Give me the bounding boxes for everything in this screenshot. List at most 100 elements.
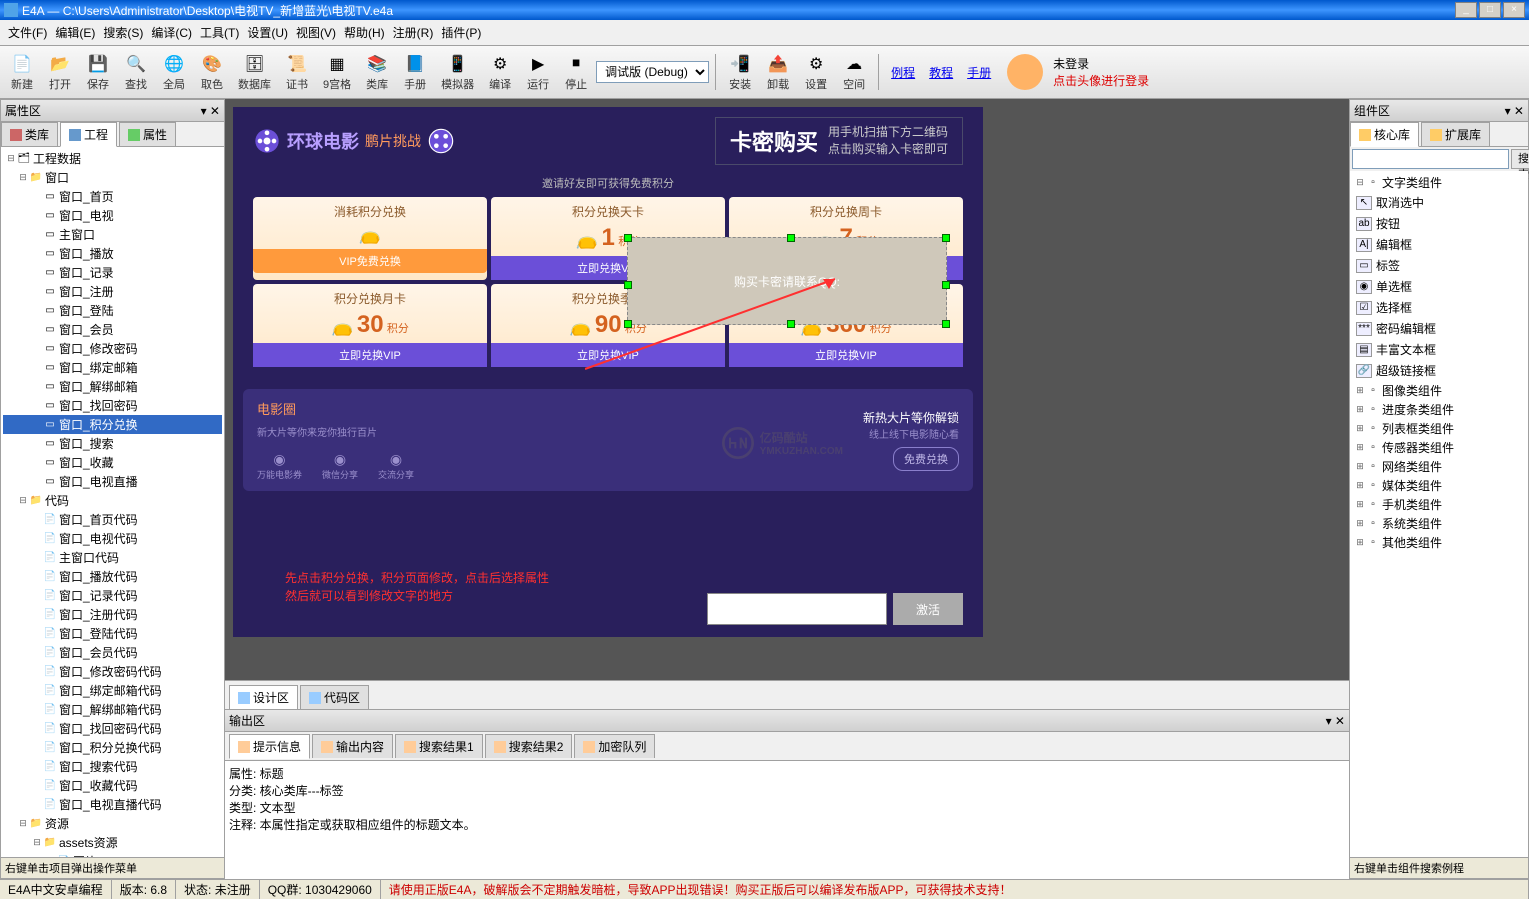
tree-node[interactable]: ▭窗口_记录	[3, 263, 222, 282]
tree-node[interactable]: ⊟📁窗口	[3, 168, 222, 187]
link-例程[interactable]: 例程	[885, 64, 921, 81]
component-item[interactable]: A|编辑框	[1352, 234, 1526, 255]
comp-close-icon[interactable]: ▾ ✕	[1505, 104, 1524, 118]
tool-查找[interactable]: 🔍查找	[118, 50, 154, 94]
component-item[interactable]: ☑选择框	[1352, 297, 1526, 318]
tool-停止[interactable]: ⏹停止	[558, 50, 594, 94]
tree-node[interactable]: ⊞▫图像类组件	[1352, 381, 1526, 400]
tree-node[interactable]: ▭窗口_电视	[3, 206, 222, 225]
link-手册[interactable]: 手册	[961, 64, 997, 81]
activate-input[interactable]	[707, 593, 887, 625]
tree-node[interactable]: ▭窗口_积分兑换	[3, 415, 222, 434]
tool-取色[interactable]: 🎨取色	[194, 50, 230, 94]
tree-node[interactable]: ▭窗口_首页	[3, 187, 222, 206]
search-button[interactable]: 搜索	[1511, 149, 1529, 169]
tree-node[interactable]: ▭主窗口	[3, 225, 222, 244]
tree-node[interactable]: ⊞▫列表框类组件	[1352, 419, 1526, 438]
tree-node[interactable]: ⊟▫文字类组件	[1352, 173, 1526, 192]
tree-node[interactable]: ▭窗口_收藏	[3, 453, 222, 472]
tree-node[interactable]: ⊞▫进度条类组件	[1352, 400, 1526, 419]
tree-node[interactable]: 📄窗口_注册代码	[3, 605, 222, 624]
tree-node[interactable]: ⊞▫其他类组件	[1352, 533, 1526, 552]
tab-属性[interactable]: 属性	[119, 122, 176, 146]
tree-node[interactable]: ▭窗口_绑定邮箱	[3, 358, 222, 377]
menu-item[interactable]: 编译(C)	[147, 22, 196, 43]
tool-数据库[interactable]: 🗄数据库	[232, 50, 277, 94]
tool-保存[interactable]: 💾保存	[80, 50, 116, 94]
link-教程[interactable]: 教程	[923, 64, 959, 81]
component-search-input[interactable]	[1352, 149, 1509, 169]
menu-item[interactable]: 工具(T)	[196, 22, 243, 43]
output-tab[interactable]: 搜索结果1	[395, 734, 483, 758]
tool-卸载[interactable]: 📤卸载	[760, 50, 796, 94]
tree-node[interactable]: 📄窗口_播放代码	[3, 567, 222, 586]
tool-编译[interactable]: ⚙编译	[482, 50, 518, 94]
tree-node[interactable]: 📄窗口_解绑邮箱代码	[3, 700, 222, 719]
tab-工程[interactable]: 工程	[60, 122, 117, 147]
project-tree[interactable]: ⊟🗂工程数据⊟📁窗口▭窗口_首页▭窗口_电视▭主窗口▭窗口_播放▭窗口_记录▭窗…	[1, 147, 224, 857]
tool-新建[interactable]: 📄新建	[4, 50, 40, 94]
tree-node[interactable]: ▭窗口_注册	[3, 282, 222, 301]
tree-node[interactable]: ▭窗口_搜索	[3, 434, 222, 453]
tool-安装[interactable]: 📲安装	[722, 50, 758, 94]
menu-item[interactable]: 插件(P)	[437, 22, 485, 43]
tab-设计区[interactable]: 设计区	[229, 685, 298, 710]
component-tree[interactable]: ⊟▫文字类组件↖取消选中ab按钮A|编辑框▭标签◉单选框☑选择框***密码编辑框…	[1350, 171, 1528, 857]
output-tab[interactable]: 加密队列	[574, 734, 655, 758]
promo-redeem-button[interactable]: 免费兑换	[893, 447, 959, 471]
output-tab[interactable]: 输出内容	[312, 734, 393, 758]
avatar[interactable]	[1007, 54, 1043, 90]
tool-打开[interactable]: 📂打开	[42, 50, 78, 94]
tree-node[interactable]: 📄窗口_会员代码	[3, 643, 222, 662]
tree-node[interactable]: ⊟🗂工程数据	[3, 149, 222, 168]
tree-node[interactable]: 📄窗口_电视代码	[3, 529, 222, 548]
tree-node[interactable]: ⊟📁assets资源	[3, 833, 222, 852]
component-item[interactable]: ▤丰富文本框	[1352, 339, 1526, 360]
tool-模拟器[interactable]: 📱模拟器	[435, 50, 480, 94]
component-item[interactable]: ▭标签	[1352, 255, 1526, 276]
tree-node[interactable]: 📄主窗口代码	[3, 548, 222, 567]
tool-设置[interactable]: ⚙设置	[798, 50, 834, 94]
tool-运行[interactable]: ▶运行	[520, 50, 556, 94]
tree-node[interactable]: ▭窗口_登陆	[3, 301, 222, 320]
component-item[interactable]: ↖取消选中	[1352, 192, 1526, 213]
component-item[interactable]: ab按钮	[1352, 213, 1526, 234]
close-button[interactable]: ×	[1503, 2, 1525, 18]
tree-node[interactable]: ⊞▫传感器类组件	[1352, 438, 1526, 457]
component-item[interactable]: ◉单选框	[1352, 276, 1526, 297]
design-canvas[interactable]: 环球电影 鹏片挑战 卡密购买 用手机扫描下方二维码点击购买输入卡密即可 邀请好友…	[225, 99, 1349, 680]
component-item[interactable]: ***密码编辑框	[1352, 318, 1526, 339]
panel-pin-icon[interactable]: ▾ ✕	[201, 104, 220, 118]
tree-node[interactable]: ⊟📁资源	[3, 814, 222, 833]
tree-node[interactable]: ⊞▫系统类组件	[1352, 514, 1526, 533]
tree-node[interactable]: 📄窗口_绑定邮箱代码	[3, 681, 222, 700]
tab-代码区[interactable]: 代码区	[300, 685, 369, 709]
tree-node[interactable]: 📄窗口_首页代码	[3, 510, 222, 529]
tree-node[interactable]: ⊞▫手机类组件	[1352, 495, 1526, 514]
minimize-button[interactable]: _	[1455, 2, 1477, 18]
tree-node[interactable]: 📄窗口_积分兑换代码	[3, 738, 222, 757]
tree-node[interactable]: 📄窗口_搜索代码	[3, 757, 222, 776]
tree-node[interactable]: 📄窗口_记录代码	[3, 586, 222, 605]
tree-node[interactable]: ▭窗口_找回密码	[3, 396, 222, 415]
tool-手册[interactable]: 📘手册	[397, 50, 433, 94]
tree-node[interactable]: ▭窗口_修改密码	[3, 339, 222, 358]
tree-node[interactable]: ⊞▫媒体类组件	[1352, 476, 1526, 495]
menu-item[interactable]: 文件(F)	[4, 22, 51, 43]
tree-node[interactable]: 📄窗口_找回密码代码	[3, 719, 222, 738]
tree-node[interactable]: 📄窗口_登陆代码	[3, 624, 222, 643]
tool-空间[interactable]: ☁空间	[836, 50, 872, 94]
tool-类库[interactable]: 📚类库	[359, 50, 395, 94]
tree-node[interactable]: 📄窗口_收藏代码	[3, 776, 222, 795]
component-item[interactable]: 🔗超级链接框	[1352, 360, 1526, 381]
tree-node[interactable]: ▭窗口_会员	[3, 320, 222, 339]
tab-类库[interactable]: 类库	[1, 122, 58, 146]
tree-node[interactable]: 📄窗口_修改密码代码	[3, 662, 222, 681]
vip-card[interactable]: 积分兑换月卡👝 30 积分立即兑换VIP	[253, 284, 487, 367]
menu-item[interactable]: 视图(V)	[292, 22, 340, 43]
menu-item[interactable]: 搜索(S)	[99, 22, 147, 43]
tool-全局[interactable]: 🌐全局	[156, 50, 192, 94]
activate-button[interactable]: 激活	[893, 593, 963, 625]
output-tab[interactable]: 搜索结果2	[485, 734, 573, 758]
menu-item[interactable]: 设置(U)	[243, 22, 292, 43]
